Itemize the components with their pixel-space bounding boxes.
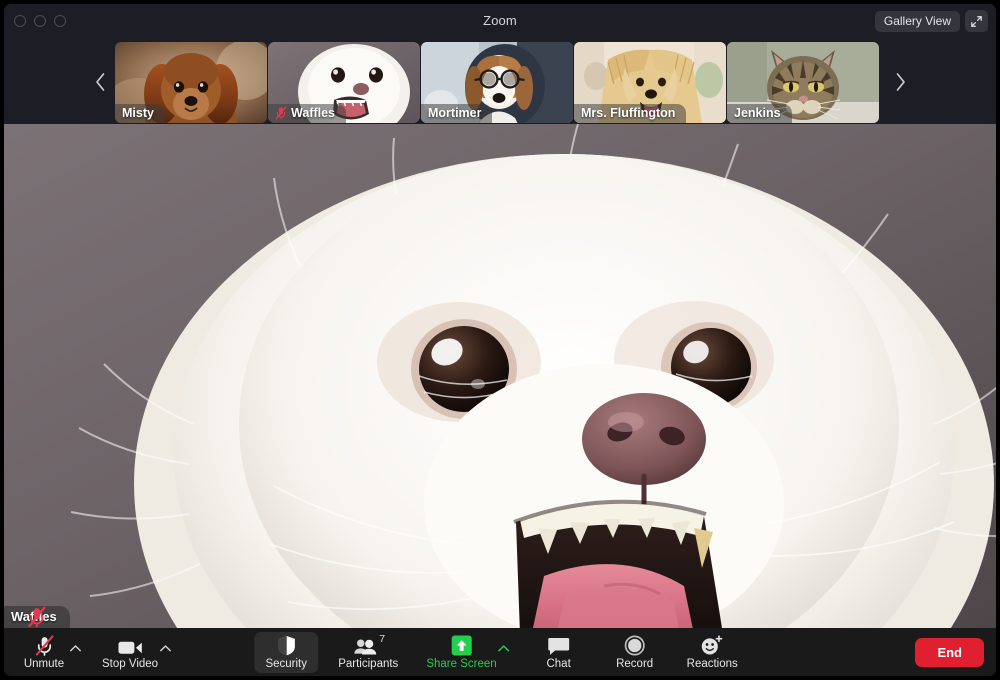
security-label: Security xyxy=(265,657,307,670)
microphone-muted-icon xyxy=(34,634,55,656)
thumbnail-mortimer[interactable]: Mortimer xyxy=(421,41,573,123)
record-button[interactable]: Record xyxy=(603,632,667,673)
expand-fullscreen-button[interactable] xyxy=(965,10,988,32)
unmute-label: Unmute xyxy=(23,657,65,670)
chat-bubble-icon xyxy=(547,635,570,656)
toolbar-center-group: Security 7 Participants Share Screen Cha… xyxy=(254,631,746,673)
active-speaker-video xyxy=(4,124,996,628)
filmstrip-prev-button[interactable] xyxy=(82,38,118,126)
thumbnail-name-tag: Mrs. Fluffington xyxy=(574,103,687,123)
titlebar: Zoom Gallery View xyxy=(4,4,996,38)
participant-filmstrip: Misty Waffles Mortimer Mrs. Fluffington … xyxy=(4,38,996,126)
application-window: Zoom Gallery View Misty Waffles Mortimer… xyxy=(4,4,996,676)
microphone-muted-icon xyxy=(275,106,287,119)
window-controls xyxy=(14,15,66,27)
chevron-up-icon xyxy=(160,644,172,651)
thumbnail-name-tag: Waffles xyxy=(268,103,346,123)
record-label: Record xyxy=(616,657,654,670)
thumbnail-label: Misty xyxy=(122,105,154,120)
record-circle-icon xyxy=(624,634,645,656)
thumbnail-mrs-fluffington[interactable]: Mrs. Fluffington xyxy=(574,41,726,123)
chat-label: Chat xyxy=(546,657,571,670)
zoom-app-window: Zoom Gallery View Misty Waffles Mortimer… xyxy=(0,0,1000,680)
microphone-muted-icon xyxy=(28,606,46,628)
filmstrip-next-button[interactable] xyxy=(882,38,918,126)
share-options-caret[interactable] xyxy=(498,640,511,658)
thumbnail-label: Mrs. Fluffington xyxy=(581,105,676,120)
active-speaker-name-tag: Waffles xyxy=(4,606,70,628)
share-up-arrow-icon xyxy=(451,634,472,656)
security-button[interactable]: Security xyxy=(254,631,319,673)
share-control-group: Share Screen xyxy=(418,632,510,673)
expand-diagonal-icon xyxy=(971,15,982,27)
chevron-left-icon xyxy=(95,73,104,91)
thumbnail-list: Misty Waffles Mortimer Mrs. Fluffington … xyxy=(115,38,879,126)
gallery-view-button[interactable]: Gallery View xyxy=(874,10,960,32)
thumbnail-jenkins[interactable]: Jenkins xyxy=(727,41,879,123)
thumbnail-name-tag: Misty xyxy=(115,103,165,123)
stop-video-label: Stop Video xyxy=(102,657,159,670)
smiley-plus-icon xyxy=(701,634,724,656)
share-screen-button[interactable]: Share Screen xyxy=(418,632,504,673)
thumbnail-name-tag: Jenkins xyxy=(727,103,792,123)
end-meeting-button[interactable]: End xyxy=(915,637,984,667)
thumbnail-label: Jenkins xyxy=(734,105,781,120)
audio-control-group: Unmute xyxy=(12,632,81,673)
reactions-label: Reactions xyxy=(686,657,738,670)
thumbnail-label: Waffles xyxy=(291,105,335,120)
share-screen-label: Share Screen xyxy=(426,657,497,670)
chevron-up-icon xyxy=(70,644,81,651)
thumbnail-misty[interactable]: Misty xyxy=(115,41,267,123)
chevron-right-icon xyxy=(896,73,905,91)
video-options-caret[interactable] xyxy=(159,640,172,658)
camera-icon xyxy=(118,635,143,656)
shield-icon xyxy=(277,635,296,656)
chat-button[interactable]: Chat xyxy=(527,632,591,673)
meeting-toolbar: Unmute Stop Video Security 7 Participant… xyxy=(4,628,996,676)
thumbnail-waffles[interactable]: Waffles xyxy=(268,41,420,123)
toolbar-right-group: End xyxy=(915,637,984,667)
stop-video-button[interactable]: Stop Video xyxy=(94,632,166,673)
video-control-group: Stop Video xyxy=(94,632,172,673)
participants-count: 7 xyxy=(379,632,386,645)
audio-options-caret[interactable] xyxy=(69,640,82,658)
close-button[interactable] xyxy=(14,15,26,27)
participants-label: Participants xyxy=(338,657,399,670)
titlebar-actions: Gallery View xyxy=(874,10,988,32)
unmute-button[interactable]: Unmute xyxy=(12,632,76,673)
participants-button[interactable]: 7 Participants xyxy=(330,632,406,673)
maximize-button[interactable] xyxy=(54,15,66,27)
window-title: Zoom xyxy=(483,13,517,28)
reactions-button[interactable]: Reactions xyxy=(679,632,746,673)
chevron-up-icon xyxy=(498,644,510,651)
minimize-button[interactable] xyxy=(34,15,46,27)
thumbnail-name-tag: Mortimer xyxy=(421,103,493,123)
active-speaker-stage[interactable]: Waffles xyxy=(4,124,996,628)
toolbar-left-group: Unmute Stop Video xyxy=(12,632,184,673)
thumbnail-label: Mortimer xyxy=(428,105,482,120)
